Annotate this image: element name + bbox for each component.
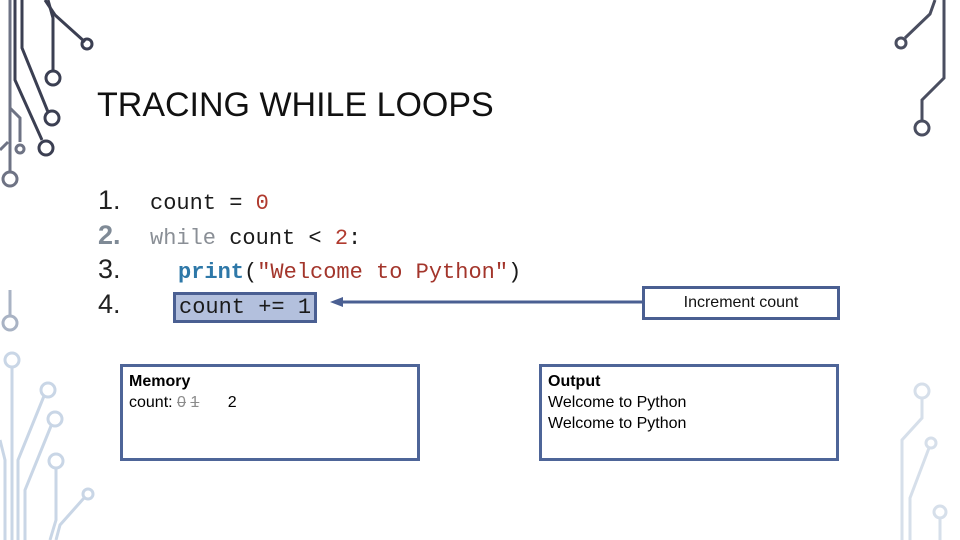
code-line-2: 2. while count < 2: [98,218,521,253]
highlighted-code: count += 1 [173,292,318,324]
line-number: 1. [98,185,121,215]
memory-heading: Memory [129,373,191,390]
line-number: 3. [98,254,121,285]
code-string-literal: "Welcome to Python" [257,260,509,286]
code-text: ( [244,260,258,286]
code-number-literal: 2 [334,225,349,251]
memory-box: Memory count: 0 1 2 [120,364,420,461]
memory-variable: count: [129,394,173,411]
code-keyword: while [150,225,217,251]
output-box: Output Welcome to Python Welcome to Pyth… [539,364,839,461]
code-text: : [348,225,362,251]
arrow-head-icon [330,297,343,307]
code-number-literal: 0 [255,191,269,216]
output-line: Welcome to Python [548,394,687,411]
code-line-3: 3. print("Welcome to Python") [98,252,521,287]
code-text: ) [508,260,522,286]
memory-old-value: 1 [190,394,200,411]
code-text: count < [216,225,335,251]
circuit-node [80,37,94,51]
code-text: count = [150,191,256,216]
memory-current-value: 2 [227,394,237,411]
output-heading: Output [548,373,601,390]
memory-row: count: 0 1 2 [129,392,411,413]
line-number-active: 2. [98,219,121,250]
annotation-box: Increment count [642,286,840,320]
circuit-trace [43,0,87,44]
code-function: print [178,260,245,286]
memory-old-value: 0 [177,394,186,411]
annotation-arrow [330,297,642,307]
code-line-1: 1. count = 0 [98,183,521,218]
line-number: 4. [98,289,121,320]
slide-title: TRACING WHILE LOOPS [97,86,494,124]
output-line: Welcome to Python [548,415,687,432]
